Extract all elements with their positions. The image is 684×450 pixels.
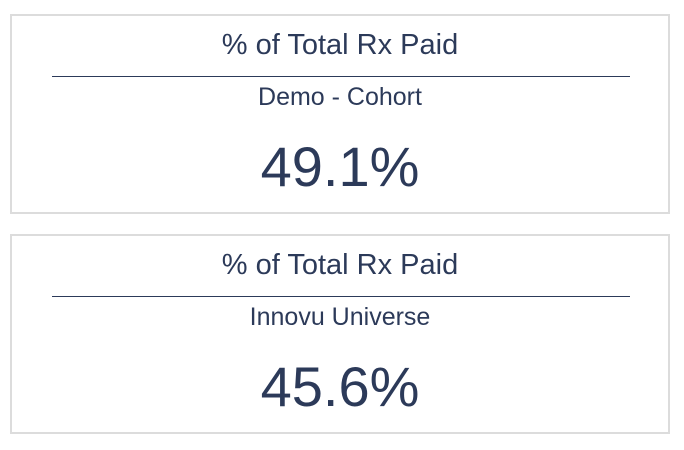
metric-title: % of Total Rx Paid [221, 249, 459, 281]
metric-value: 45.6% [260, 355, 420, 418]
metric-card-demo-cohort: % of Total Rx Paid Demo - Cohort 49.1% [10, 14, 670, 214]
metric-subtitle: Demo - Cohort [258, 83, 422, 111]
metric-subtitle: Innovu Universe [249, 303, 431, 331]
metric-value: 49.1% [260, 135, 420, 198]
title-divider [52, 76, 630, 77]
title-divider [52, 296, 630, 297]
metric-card-innovu-universe: % of Total Rx Paid Innovu Universe 45.6% [10, 234, 670, 434]
metric-title: % of Total Rx Paid [221, 29, 459, 61]
